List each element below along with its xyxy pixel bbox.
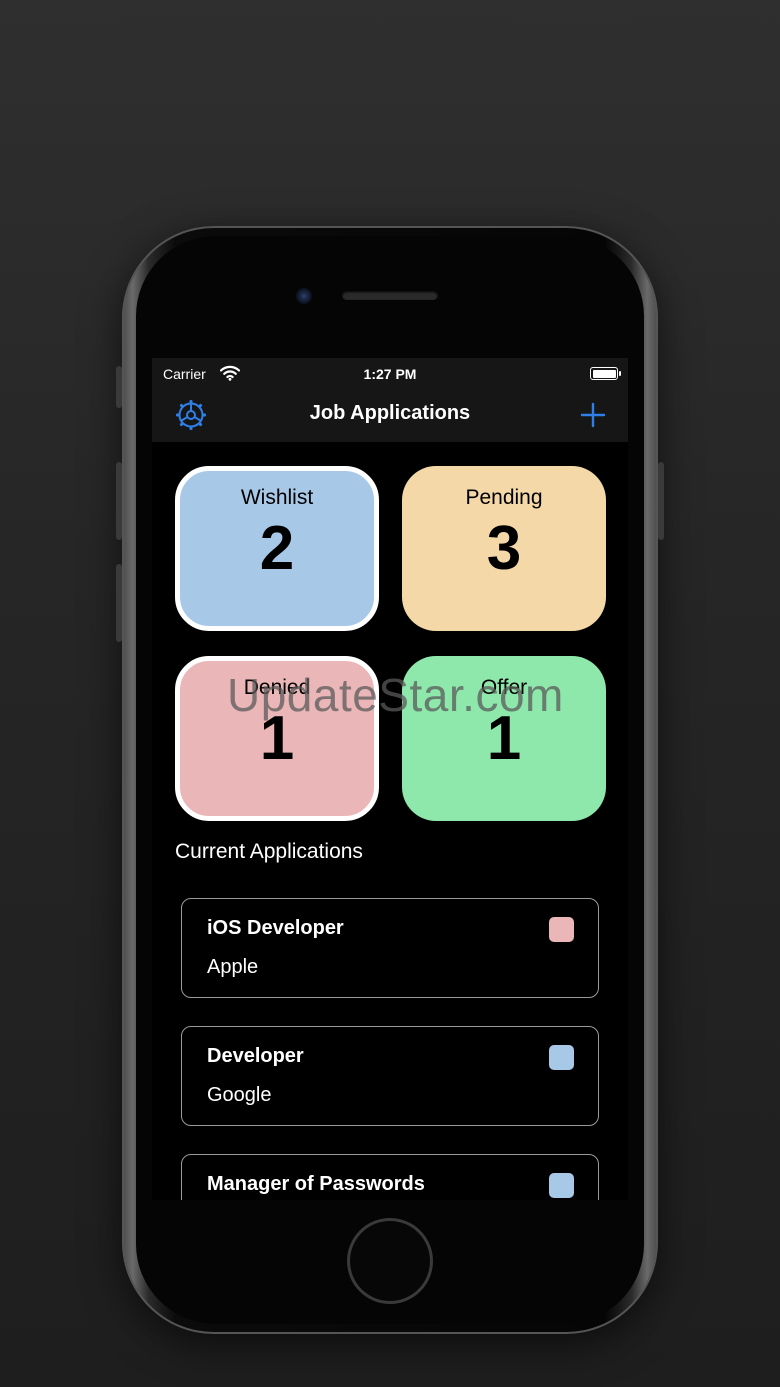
application-role: Developer	[207, 1045, 304, 1067]
tile-offer[interactable]: Offer 1	[402, 656, 606, 821]
tile-count: 3	[486, 514, 522, 583]
status-swatch	[549, 1045, 574, 1070]
mute-switch	[116, 366, 122, 408]
tile-count: 2	[259, 514, 295, 583]
volume-up-button	[116, 462, 122, 540]
tile-label: Denied	[243, 676, 311, 699]
application-card[interactable]: iOS Developer Apple	[181, 898, 599, 998]
application-card[interactable]: Manager of Passwords	[181, 1154, 599, 1200]
tile-count: 1	[259, 704, 295, 773]
status-bar: Carrier 1:27 PM	[152, 358, 628, 388]
section-title: Current Applications	[175, 840, 363, 863]
status-swatch	[549, 917, 574, 942]
tile-denied[interactable]: Denied 1	[175, 656, 379, 821]
home-button[interactable]	[347, 1218, 433, 1304]
plus-icon[interactable]	[578, 400, 608, 430]
tile-label: Pending	[465, 486, 543, 509]
page-title: Job Applications	[309, 402, 471, 424]
tile-label: Offer	[480, 676, 528, 699]
battery-icon	[590, 367, 621, 380]
application-company: Google	[207, 1084, 272, 1106]
earpiece-speaker	[342, 291, 438, 300]
app-screen: Carrier 1:27 PM Job Applications Wishlis…	[152, 358, 628, 1200]
app-store-screenshot: Carrier 1:27 PM Job Applications Wishlis…	[0, 0, 780, 1387]
tile-pending[interactable]: Pending 3	[402, 466, 606, 631]
power-button	[658, 462, 664, 540]
navigation-bar: Job Applications	[152, 388, 628, 442]
application-company: Apple	[207, 956, 259, 978]
application-role: iOS Developer	[207, 917, 344, 939]
application-role: Manager of Passwords	[207, 1173, 425, 1195]
front-camera	[296, 288, 312, 304]
tile-wishlist[interactable]: Wishlist 2	[175, 466, 379, 631]
tile-label: Wishlist	[240, 486, 314, 509]
status-swatch	[549, 1173, 574, 1198]
clock: 1:27 PM	[363, 366, 417, 382]
tile-count: 1	[486, 704, 522, 773]
application-card[interactable]: Developer Google	[181, 1026, 599, 1126]
volume-down-button	[116, 564, 122, 642]
